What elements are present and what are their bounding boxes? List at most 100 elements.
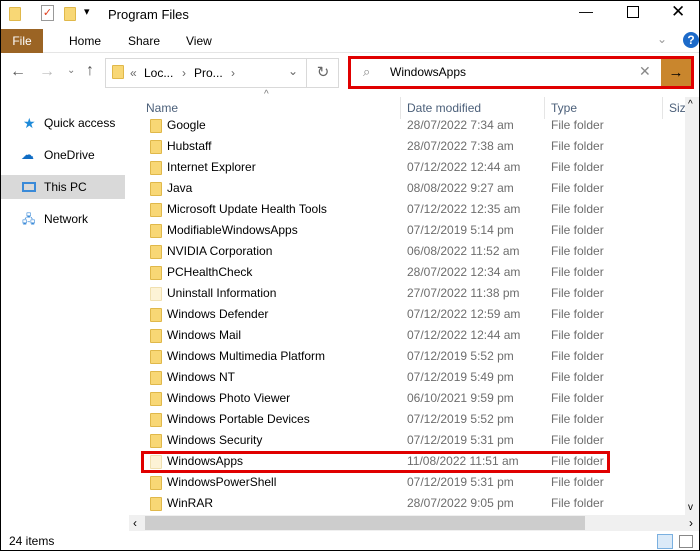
file-name: WinRAR [167,496,214,510]
details-view-button[interactable] [657,534,673,549]
scroll-down-icon[interactable]: v [688,502,693,513]
recent-locations-icon[interactable]: ⌄ [67,65,75,76]
refresh-button[interactable]: ↻ [306,59,339,87]
file-type: File folder [551,370,604,384]
date-modified: 07/12/2022 12:35 am [407,202,521,216]
folder-icon [150,119,162,133]
new-folder-icon[interactable] [64,7,76,21]
properties-icon[interactable]: ✓ [41,5,54,21]
sidebar-item-this-pc[interactable]: This PC [1,175,125,199]
tab-file[interactable]: File [1,29,43,53]
chevron-right-icon[interactable]: › [182,66,186,80]
address-bar[interactable]: « Loc... › Pro... › ⌄ ↻ [105,58,339,88]
overflow-icon[interactable]: « [130,66,137,80]
search-go-button[interactable]: → [661,59,691,86]
breadcrumb-local-disk[interactable]: Loc... [144,66,173,80]
file-name: ModifiableWindowsApps [167,223,298,237]
table-row[interactable]: WindowsPowerShell 07/12/2019 5:31 pm File … [139,472,685,493]
back-button[interactable]: ← [10,63,26,81]
date-modified: 28/07/2022 7:34 am [407,118,514,132]
computer-icon [22,182,36,192]
file-type: File folder [551,265,604,279]
expand-ribbon-icon[interactable]: ⌄ [657,32,667,46]
date-modified: 07/12/2019 5:31 pm [407,433,514,447]
date-modified: 07/12/2019 5:49 pm [407,370,514,384]
table-row[interactable]: Google 28/07/2022 7:34 am File folder [139,115,685,136]
table-row[interactable]: Java 08/08/2022 9:27 am File folder [139,178,685,199]
table-row[interactable]: Windows Multimedia Platform 07/12/2019 5:… [139,346,685,367]
ribbon-tabs: File Home Share View ⌄ ? [1,29,699,53]
search-box[interactable]: ⌕ WindowsApps ✕ → [348,56,694,89]
explorer-window: ✓ ▾ Program Files — ✕ File Home Share Vi… [0,0,700,551]
table-row[interactable]: Windows Photo Viewer 06/10/2021 9:59 pm Fi… [139,388,685,409]
scroll-right-icon[interactable]: › [689,516,693,530]
scrollbar-thumb[interactable] [145,516,585,530]
file-name: Uninstall Information [167,286,277,300]
scroll-left-icon[interactable]: ‹ [133,516,137,530]
sidebar-item-label: OneDrive [44,148,95,162]
file-type: File folder [551,496,604,510]
search-input[interactable]: WindowsApps [390,65,466,79]
large-icons-view-button[interactable] [679,535,693,548]
tab-view[interactable]: View [186,29,212,53]
table-row[interactable]: Uninstall Information 27/07/2022 11:38 pm… [139,283,685,304]
maximize-button[interactable] [627,6,639,18]
date-modified: 06/10/2021 9:59 pm [407,391,514,405]
vertical-scrollbar[interactable]: ^ v [685,97,699,515]
folder-icon [9,7,21,21]
folder-icon [150,371,162,385]
sidebar-item-onedrive[interactable]: ☁ OneDrive [1,143,125,167]
sidebar-item-network[interactable]: 🖧 Network [1,207,125,231]
up-button[interactable]: ↑ [86,62,94,80]
tab-home[interactable]: Home [69,29,101,53]
date-modified: 07/12/2019 5:52 pm [407,412,514,426]
table-row[interactable]: Internet Explorer 07/12/2022 12:44 am File… [139,157,685,178]
file-type: File folder [551,433,604,447]
folder-icon [150,203,162,217]
file-name: Windows Multimedia Platform [167,349,326,363]
folder-icon [150,287,162,301]
date-modified: 07/12/2022 12:44 am [407,328,521,342]
address-dropdown-icon[interactable]: ⌄ [288,64,298,78]
folder-icon [112,65,124,79]
help-icon[interactable]: ? [683,32,699,48]
file-name: PCHealthCheck [167,265,253,279]
window-title: Program Files [108,7,189,22]
item-count: 24 items [9,534,55,548]
table-row[interactable]: WinRAR 28/07/2022 9:05 pm File folder [139,493,685,514]
table-row[interactable]: PCHealthCheck 28/07/2022 12:34 am File fol… [139,262,685,283]
file-name: Windows Portable Devices [167,412,310,426]
status-bar: 24 items [1,532,699,551]
table-row[interactable]: Windows NT 07/12/2019 5:49 pm File folder [139,367,685,388]
table-row[interactable]: NVIDIA Corporation 06/08/2022 11:52 am Fil… [139,241,685,262]
folder-icon [150,182,162,196]
sidebar-item-quick-access[interactable]: ★ Quick access [1,111,125,135]
file-type: File folder [551,223,604,237]
tab-share[interactable]: Share [128,29,160,53]
folder-icon [150,476,162,490]
minimize-button[interactable]: — [579,3,593,19]
table-row[interactable]: Windows Security 07/12/2019 5:31 pm File f… [139,430,685,451]
file-name: Windows Security [167,433,263,447]
forward-button[interactable]: → [39,63,55,81]
breadcrumb-program-files[interactable]: Pro... [194,66,223,80]
close-button[interactable]: ✕ [671,2,685,22]
quick-access-dropdown-icon[interactable]: ▾ [84,5,90,18]
sidebar-item-label: Quick access [44,116,116,130]
table-row[interactable]: Windows Portable Devices 07/12/2019 5:52 … [139,409,685,430]
folder-icon [150,245,162,259]
scroll-up-icon[interactable]: ^ [688,99,693,110]
folder-icon [150,140,162,154]
table-row[interactable]: ModifiableWindowsApps 07/12/2019 5:14 pm F… [139,220,685,241]
folder-icon [150,392,162,406]
chevron-right-icon[interactable]: › [231,66,235,80]
horizontal-scrollbar[interactable]: ‹ › [129,515,699,531]
date-modified: 07/12/2022 12:44 am [407,160,521,174]
file-type: File folder [551,328,604,342]
table-row[interactable]: Microsoft Update Health Tools 07/12/2022 … [139,199,685,220]
table-row[interactable]: Hubstaff 28/07/2022 7:38 am File folder [139,136,685,157]
clear-search-button[interactable]: ✕ [639,63,651,80]
table-row[interactable]: Windows Mail 07/12/2022 12:44 am File fold… [139,325,685,346]
table-row[interactable]: Windows Defender 07/12/2022 12:59 am File … [139,304,685,325]
date-modified: 07/12/2019 5:52 pm [407,349,514,363]
